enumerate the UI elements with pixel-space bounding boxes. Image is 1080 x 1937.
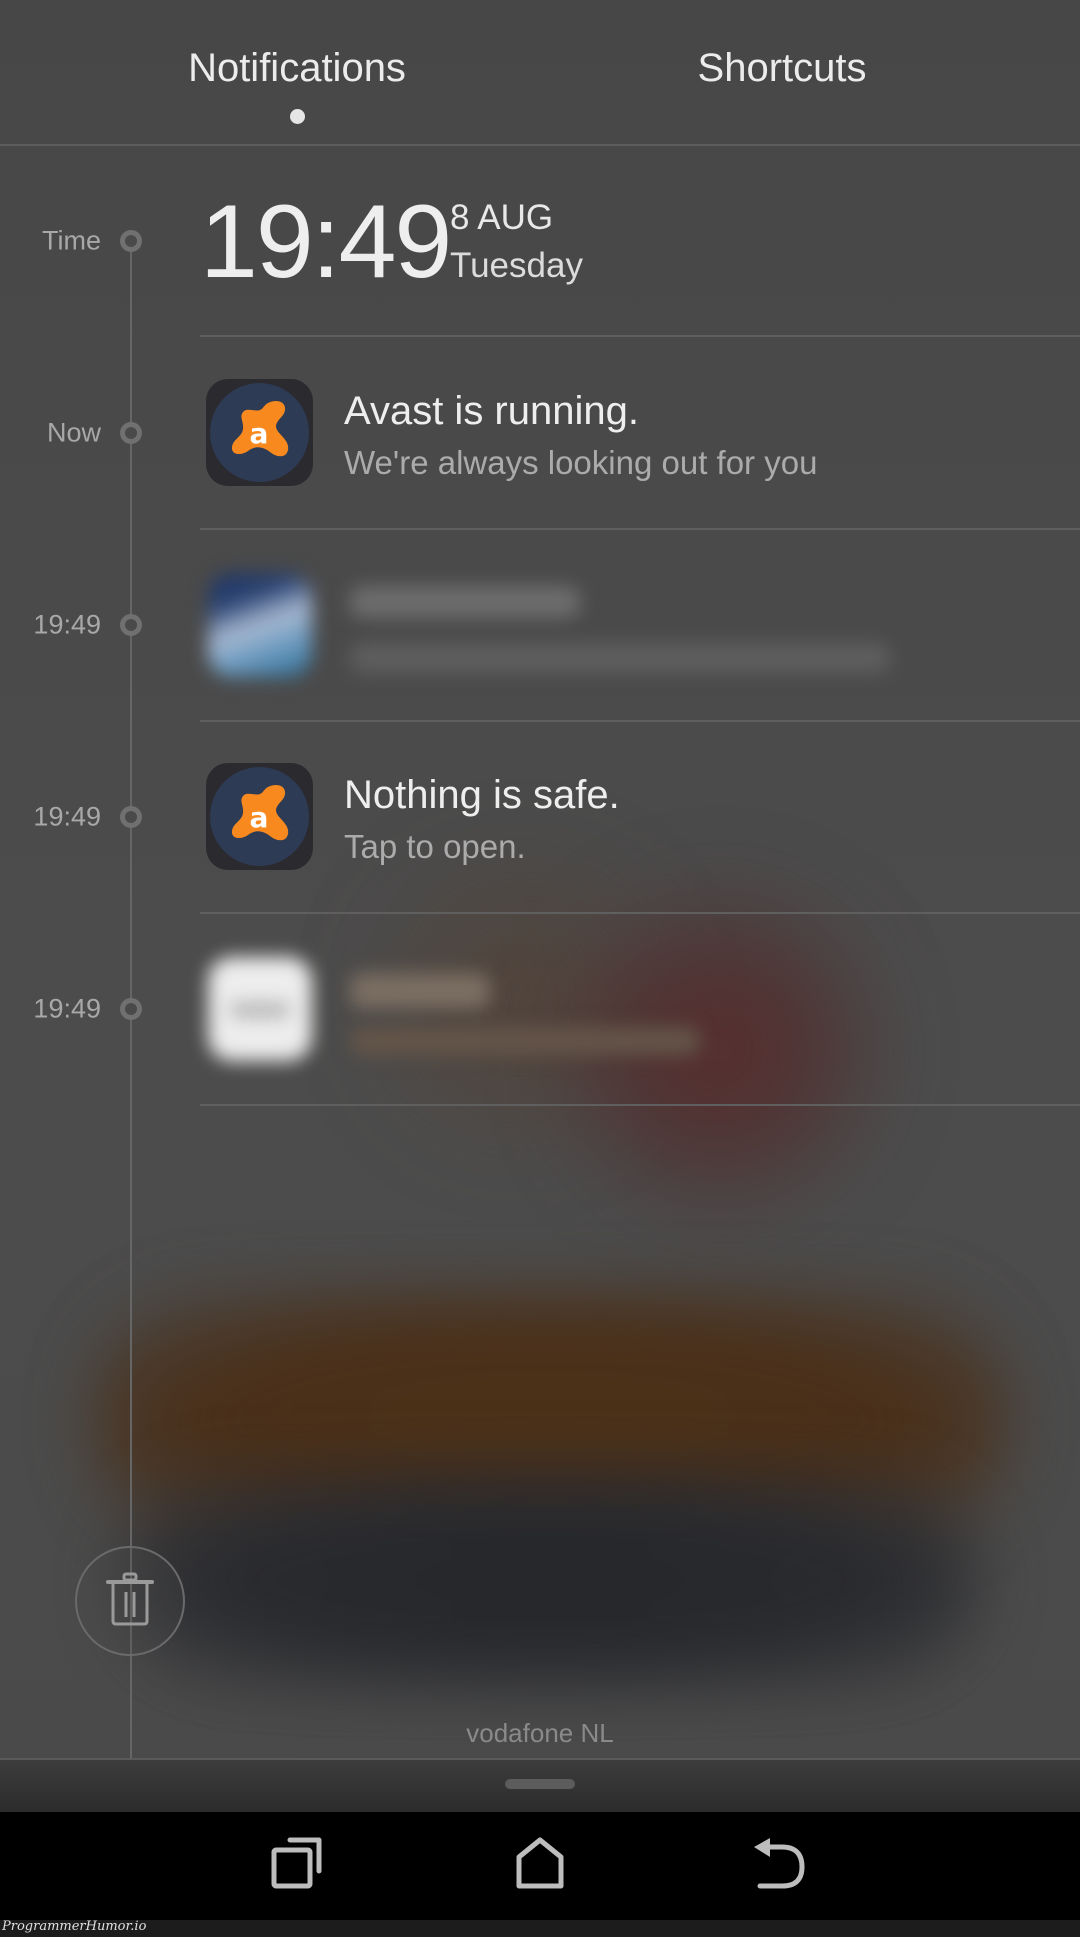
blurred-text	[350, 643, 890, 673]
blurred-app-icon	[208, 573, 312, 677]
clock: 19:49	[200, 184, 452, 300]
svg-text:a: a	[250, 417, 269, 450]
timeline-dot	[120, 998, 142, 1020]
avast-icon: a	[206, 763, 313, 870]
recent-apps-button[interactable]	[259, 1830, 339, 1900]
svg-text:a: a	[250, 801, 269, 834]
timeline-label: Now	[46, 417, 101, 448]
notification-avast-running[interactable]: a Avast is running. We're always looking…	[200, 338, 1080, 528]
background-blur-dark	[120, 1470, 980, 1690]
divider	[200, 335, 1080, 337]
home-icon	[515, 1837, 565, 1894]
timeline-label-time: Time	[42, 225, 101, 256]
notification-title: Nothing is safe.	[344, 773, 620, 817]
notification-blurred[interactable]	[200, 915, 1080, 1105]
avast-icon: a	[206, 379, 313, 486]
clear-all-button[interactable]	[75, 1546, 185, 1656]
tab-shortcuts[interactable]: Shortcuts	[698, 46, 867, 91]
navigation-bar	[0, 1812, 1080, 1920]
divider	[200, 912, 1080, 914]
date: 8 AUG	[450, 198, 554, 237]
blurred-app-icon	[208, 957, 312, 1061]
timeline-dot	[120, 806, 142, 828]
notification-title: Avast is running.	[344, 389, 639, 433]
notification-text: Tap to open.	[344, 828, 526, 865]
shade-tabs: Notifications Shortcuts	[0, 0, 1080, 146]
trash-icon	[106, 1572, 154, 1631]
blurred-text	[350, 1027, 700, 1055]
timeline-dot	[120, 230, 142, 252]
notification-text: We're always looking out for you	[344, 444, 818, 481]
back-button[interactable]	[740, 1830, 820, 1900]
recent-apps-icon	[271, 1837, 327, 1894]
carrier-label: vodafone NL	[466, 1718, 614, 1748]
divider	[200, 1104, 1080, 1106]
blurred-title	[350, 586, 580, 618]
watermark-strip: ProgrammerHumor.io	[0, 1919, 1080, 1937]
timeline-label: 19:49	[33, 801, 101, 832]
tab-notifications[interactable]: Notifications	[188, 46, 406, 91]
timeline-dot	[120, 614, 142, 636]
notification-blurred[interactable]	[200, 531, 1080, 721]
notification-nothing-is-safe[interactable]: a Nothing is safe. Tap to open.	[200, 722, 1080, 912]
timeline-dot	[120, 422, 142, 444]
weekday: Tuesday	[450, 246, 583, 285]
blurred-title	[350, 973, 490, 1009]
divider	[200, 528, 1080, 530]
timeline-label: 19:49	[33, 609, 101, 640]
home-button[interactable]	[500, 1830, 580, 1900]
drag-handle[interactable]	[505, 1779, 575, 1789]
timeline-label: 19:49	[33, 993, 101, 1024]
watermark: ProgrammerHumor.io	[2, 1919, 147, 1934]
back-icon	[752, 1837, 808, 1894]
active-tab-indicator	[290, 109, 305, 124]
background-blur-orange	[90, 1290, 1010, 1550]
